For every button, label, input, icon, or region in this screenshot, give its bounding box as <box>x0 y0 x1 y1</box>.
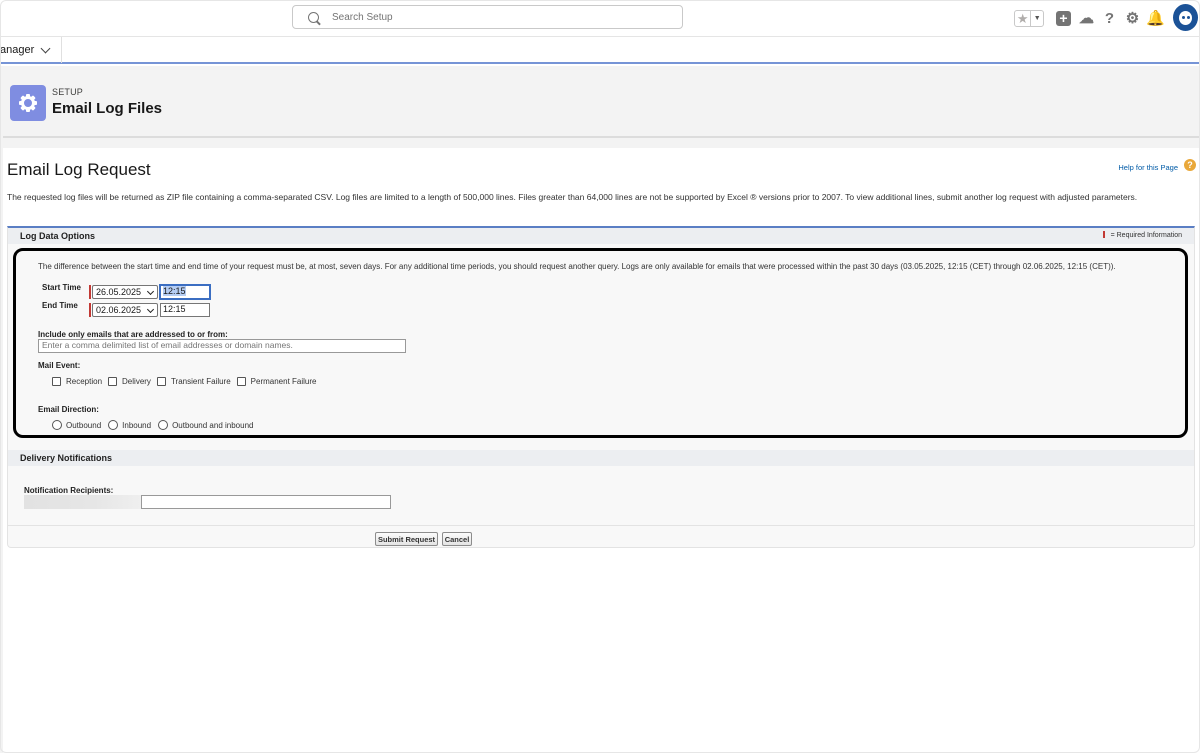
avatar-eye <box>1187 16 1190 19</box>
checkbox-reception[interactable]: Reception <box>52 377 102 386</box>
section-title: Delivery Notifications <box>20 453 113 463</box>
avatar-eye <box>1182 16 1185 19</box>
section-title: Log Data Options <box>20 231 95 241</box>
required-marker <box>89 285 91 299</box>
app-name: anager <box>0 44 35 56</box>
search-box[interactable] <box>292 5 683 29</box>
checkbox[interactable] <box>156 377 166 386</box>
end-time-input[interactable]: 12:15 <box>160 303 210 317</box>
radio-outbound[interactable]: Outbound <box>52 420 101 430</box>
start-time-value: 12:15 <box>163 286 186 296</box>
radio-label: Outbound and inbound <box>172 420 254 430</box>
mail-event-options: Reception Delivery Transient Failure Per… <box>52 377 322 386</box>
notification-recipients-label: Notification Recipients: <box>24 486 114 495</box>
search-icon <box>308 11 319 23</box>
search-input[interactable] <box>332 11 632 23</box>
radio-outbound-and-inbound[interactable]: Outbound and inbound <box>158 420 253 430</box>
help-icon[interactable]: ? <box>1102 11 1117 26</box>
log-request-panel: Log Data Options = Required Information … <box>7 226 1195 548</box>
checkbox[interactable] <box>52 377 61 386</box>
start-time-input[interactable]: 12:15 <box>159 284 211 300</box>
delivery-notifications-header: Delivery Notifications <box>8 450 1194 466</box>
add-icon[interactable]: + <box>1056 10 1071 26</box>
end-date-value: 02.06.2025 <box>96 305 142 315</box>
avatar-face <box>1179 11 1192 25</box>
intro-text: The requested log files will be returned… <box>7 192 1138 202</box>
recipient-lookup-blurred <box>24 495 141 509</box>
setup-header: SETUP Email Log Files <box>3 72 1200 138</box>
setup-label: SETUP <box>52 87 84 97</box>
chevron-down-icon[interactable]: ▼ <box>1030 10 1043 26</box>
required-legend: = Required Information <box>1102 228 1182 244</box>
help-icon[interactable]: ? <box>1184 159 1196 171</box>
chevron-down-icon[interactable] <box>40 43 51 53</box>
required-note-text: = Required Information <box>1110 232 1182 239</box>
notification-recipients-input[interactable] <box>141 495 391 509</box>
bell-icon[interactable]: 🔔 <box>1146 11 1165 26</box>
trailhead-icon[interactable]: ☁ <box>1079 11 1094 26</box>
checkbox[interactable] <box>108 377 118 386</box>
checkbox-label: Permanent Failure <box>250 377 317 386</box>
gear-icon[interactable]: ⚙ <box>1125 11 1140 26</box>
required-marker <box>1102 231 1105 238</box>
submit-request-button[interactable]: Submit Request <box>375 532 438 546</box>
checkbox-delivery[interactable]: Delivery <box>108 377 151 386</box>
email-direction-options: Outbound Inbound Outbound and inbound <box>52 420 260 430</box>
end-time-value: 12:15 <box>163 304 186 314</box>
log-info-text: The difference between the start time an… <box>38 262 1116 271</box>
chevron-down-icon <box>146 287 155 296</box>
log-data-options-header: Log Data Options = Required Information <box>8 228 1194 244</box>
radio-label: Outbound <box>66 420 102 430</box>
radio-button[interactable] <box>52 420 62 430</box>
global-header: ★ ▼ + ☁ ? ⚙ 🔔 <box>0 0 1200 36</box>
setup-gear-icon <box>10 85 46 121</box>
required-marker <box>89 303 91 317</box>
page-title: Email Log Files <box>52 100 163 117</box>
start-time-label: Start Time <box>42 283 81 292</box>
nav-bar: anager <box>0 36 1200 64</box>
start-date-value: 26.05.2025 <box>96 287 142 297</box>
email-filter-input[interactable]: Enter a comma delimited list of email ad… <box>38 339 406 353</box>
end-time-label: End Time <box>42 301 78 310</box>
start-date-select[interactable]: 26.05.2025 <box>92 285 158 299</box>
checkbox[interactable] <box>236 377 246 386</box>
favorites-group[interactable]: ★ ▼ <box>1014 9 1044 27</box>
checkbox-label: Transient Failure <box>170 377 231 386</box>
radio-button[interactable] <box>108 420 119 430</box>
header-icons: ★ ▼ + ☁ ? ⚙ 🔔 <box>1014 6 1171 30</box>
checkbox-label: Delivery <box>122 377 151 386</box>
email-direction-label: Email Direction: <box>38 405 99 414</box>
divider <box>8 525 1194 526</box>
radio-button[interactable] <box>158 420 169 430</box>
content-area: Email Log Request Help for this Page ? T… <box>3 148 1200 753</box>
mail-event-label: Mail Event: <box>38 361 81 370</box>
radio-inbound[interactable]: Inbound <box>108 420 151 430</box>
log-data-options-box: The difference between the start time an… <box>13 248 1188 438</box>
include-emails-label: Include only emails that are addressed t… <box>38 330 228 339</box>
checkbox-permanent-failure[interactable]: Permanent Failure <box>236 377 317 386</box>
avatar[interactable] <box>1173 4 1198 31</box>
star-icon[interactable]: ★ <box>1015 11 1030 26</box>
help-link[interactable]: Help for this Page <box>1118 163 1178 172</box>
app-switcher[interactable]: anager <box>0 37 62 63</box>
gear-icon <box>19 94 37 112</box>
checkbox-transient-failure[interactable]: Transient Failure <box>156 377 231 386</box>
chevron-down-icon <box>146 305 155 314</box>
radio-label: Inbound <box>122 420 152 430</box>
page-heading: Email Log Request <box>7 160 151 179</box>
email-filter-placeholder: Enter a comma delimited list of email ad… <box>42 340 293 350</box>
cancel-button[interactable]: Cancel <box>442 532 472 546</box>
end-date-select[interactable]: 02.06.2025 <box>92 303 158 317</box>
checkbox-label: Reception <box>66 377 103 386</box>
